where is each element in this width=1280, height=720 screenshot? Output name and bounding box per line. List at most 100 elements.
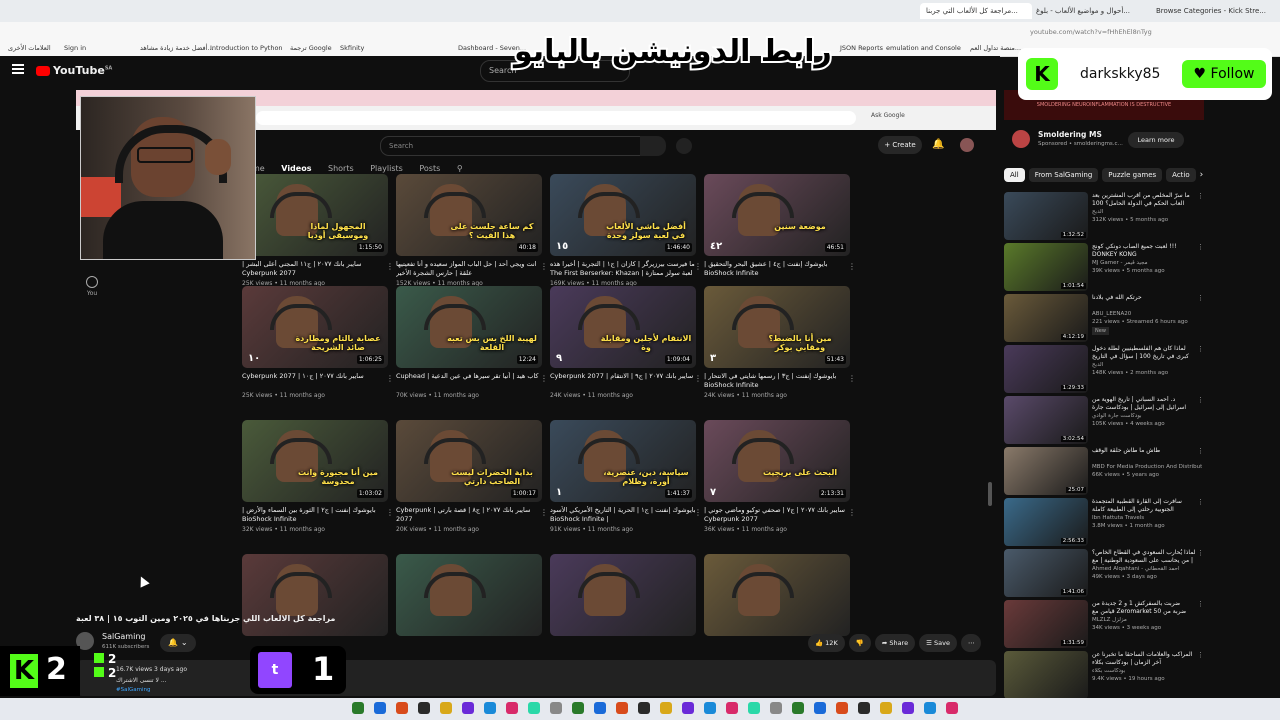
recommended-thumbnail[interactable]: 25:07 [1004, 447, 1088, 495]
search-icon[interactable] [640, 136, 666, 156]
taskbar-app-icon[interactable] [440, 702, 452, 714]
video-card[interactable]: بداية الحضرات ليست الصاحب دارتي 1:00:17 سا… [396, 420, 548, 533]
like-button[interactable]: 👍 12K [808, 634, 845, 652]
recommended-title[interactable]: سافرت إلى القارة القطبية المتجمدة الجنوب… [1092, 498, 1196, 514]
tab-posts[interactable]: Posts [419, 164, 440, 173]
video-thumbnail[interactable]: لهيبة اللخ بس بس تعبه القلعة 12:24 [396, 286, 542, 368]
video-title[interactable]: بايوشوك إنفنت | ج٢ | الثورة بين السماء و… [242, 506, 388, 524]
more-options-icon[interactable]: ⋮ [1197, 651, 1204, 659]
recommended-title[interactable]: ما سرّ المخلص من أقرب المشترين بعد العاب… [1092, 192, 1196, 208]
video-title[interactable]: بايوشوك إنفنت | ج١ | الحرية | التاريخ ال… [550, 506, 696, 524]
video-card[interactable]: مين أنا بالضبط؟ ومقابي بوكر ٣ 51:43 بايوشوك… [704, 286, 856, 399]
recommended-channel[interactable]: Ahmed Alqahtani - أحمد القحطاني [1092, 566, 1202, 572]
recommended-title[interactable]: ضربت بالسفركش 1 و 2 جديدة من قيامن مع Ze… [1092, 600, 1196, 616]
taskbar-app-icon[interactable] [814, 702, 826, 714]
recommended-thumbnail[interactable]: 1:31:59 [1004, 600, 1088, 648]
video-thumbnail[interactable] [704, 554, 850, 636]
video-title[interactable]: سايبر بانك ٢٠٧٧ | ج١١ المجني أعلى البشر … [242, 260, 388, 278]
taskbar-app-icon[interactable] [638, 702, 650, 714]
more-options-icon[interactable]: ⋮ [848, 374, 856, 383]
create-button[interactable]: + Create [878, 136, 922, 154]
taskbar-app-icon[interactable] [726, 702, 738, 714]
video-thumbnail[interactable] [242, 554, 388, 636]
recommended-thumbnail[interactable]: 3:02:54 [1004, 396, 1088, 444]
recommended-video[interactable]: المراكب والعلامات الساحقا ما تخبرنا عن آ… [1004, 651, 1204, 699]
video-card[interactable]: الانتقام لأجلين ومقابلة وة ٩ 1:09:04 سايبر … [550, 286, 702, 399]
video-thumbnail[interactable]: مين أنا مجبورة وانت محدوسة 1:03:02 [242, 420, 388, 502]
taskbar-app-icon[interactable] [836, 702, 848, 714]
tab-playlists[interactable]: Playlists [370, 164, 403, 173]
save-button[interactable]: ☰ Save [919, 634, 957, 652]
bookmark-item[interactable]: Skfinity [340, 44, 364, 52]
chip-puzzle-games[interactable]: Puzzle games [1102, 168, 1163, 182]
recommended-title[interactable]: د. أحمد السباني | تاريخ الهوية من اسرائي… [1092, 396, 1196, 412]
more-options-icon[interactable]: ⋮ [1197, 192, 1204, 200]
bookmark-item[interactable]: Sign in [64, 44, 86, 52]
recommended-video[interactable]: 1:32:52 ما سرّ المخلص من أقرب المشترين بع… [1004, 192, 1204, 240]
recommended-channel[interactable]: بودكاست بكلاء [1092, 668, 1202, 674]
sidebar-item-you[interactable]: You [84, 276, 100, 297]
learn-more-button[interactable]: Learn more [1128, 132, 1184, 148]
recommended-video[interactable]: 1:01:54 لعبت جميع الصاب دونكي كونج !!! DO… [1004, 243, 1204, 291]
taskbar-app-icon[interactable] [770, 702, 782, 714]
recommended-channel[interactable]: بودكاست جارة الوادي [1092, 413, 1202, 419]
video-card[interactable] [704, 554, 850, 636]
more-options-icon[interactable]: ⋮ [1197, 549, 1204, 557]
taskbar-app-icon[interactable] [418, 702, 430, 714]
video-thumbnail[interactable]: سياسة، دين، عنصرية، أورة، وظلام ١ 1:41:37 [550, 420, 696, 502]
recommended-channel[interactable]: الدبح [1092, 209, 1202, 215]
video-card[interactable]: أفضل ماشي الألعاب في لعبة سولز وحدة ١٥ 1:4… [550, 174, 702, 287]
more-options-icon[interactable]: ⋮ [848, 262, 856, 271]
video-title[interactable]: سايبر بانك ٢٠٧٧ | ج١٠ | Cyberpunk 2077 [242, 372, 388, 390]
bookmark-item[interactable]: emulation and Console [886, 44, 961, 52]
bookmark-item[interactable]: Introduction to Python [210, 44, 283, 52]
video-title[interactable]: كاب هيد | أنيا تقر سيرها في عين الدعية |… [396, 372, 542, 390]
subscribed-bell-button[interactable]: 🔔 ⌄ [160, 634, 196, 652]
recommended-thumbnail[interactable]: 1:32:52 [1004, 192, 1088, 240]
video-title[interactable]: سايبر بانك ٢٠٧٧ | ج٨ | قصة بارتي | Cyber… [396, 506, 542, 524]
description-box[interactable]: 16.7K views 3 days ago لا تنسى الاشتراك … [76, 660, 996, 696]
video-card[interactable] [396, 554, 542, 636]
recommended-channel[interactable]: ABU_LEENA20 [1092, 311, 1202, 317]
taskbar-app-icon[interactable] [858, 702, 870, 714]
more-options-icon[interactable]: ⋮ [540, 508, 548, 517]
recommended-title[interactable]: لماذا كان هم الفلسطينيين لطلة دخول كبرى … [1092, 345, 1196, 361]
chip-action[interactable]: Actio [1166, 168, 1196, 182]
video-title[interactable]: انت ويجي أحد | حل الباب المواز سعيده و أ… [396, 260, 542, 278]
recommended-video[interactable]: 2:56:33 سافرت إلى القارة القطبية المتجمدة… [1004, 498, 1204, 546]
taskbar-app-icon[interactable] [594, 702, 606, 714]
more-options-icon[interactable]: ⋮ [694, 508, 702, 517]
channel-name[interactable]: SalGaming [102, 632, 145, 641]
more-options-icon[interactable]: ⋮ [1197, 345, 1204, 353]
recommended-thumbnail[interactable]: 1:29:33 [1004, 345, 1088, 393]
more-options-icon[interactable]: ⋮ [1197, 447, 1204, 455]
recommended-channel[interactable]: Ibn Hattuta Travels [1092, 515, 1202, 521]
taskbar-app-icon[interactable] [660, 702, 672, 714]
bookmark-item[interactable]: أفضل خدمة زيادة مشاهد... [140, 44, 214, 52]
video-card[interactable]: سياسة، دين، عنصرية، أورة، وظلام ١ 1:41:37 ب… [550, 420, 702, 533]
more-options-icon[interactable]: ⋮ [1197, 498, 1204, 506]
recommended-title[interactable]: حرتكم الله في بلادنا [1092, 294, 1196, 310]
taskbar-app-icon[interactable] [704, 702, 716, 714]
video-thumbnail[interactable]: بداية الحضرات ليست الصاحب دارتي 1:00:17 [396, 420, 542, 502]
recommended-video[interactable]: 3:02:54 د. أحمد السباني | تاريخ الهوية من… [1004, 396, 1204, 444]
more-options-icon[interactable]: ⋮ [1197, 294, 1204, 302]
more-options-button[interactable]: ⋯ [960, 634, 982, 652]
taskbar-app-icon[interactable] [682, 702, 694, 714]
recommended-channel[interactable]: MLZLZ مزلزل [1092, 617, 1202, 623]
tab-shorts[interactable]: Shorts [328, 164, 354, 173]
recommended-video[interactable]: 25:07 طاش ما طاش حلقة الوقف MBD For Media … [1004, 447, 1204, 495]
bookmark-item[interactable]: JSON Reports [840, 44, 883, 52]
hashtag-link[interactable]: #SalGaming [116, 687, 151, 693]
kick-follow-button[interactable]: ♥ Follow [1182, 60, 1266, 88]
taskbar-app-icon[interactable] [550, 702, 562, 714]
video-card[interactable]: عصابة بالتام ومطاردة صائد الشريحة ١٠ 1:06:… [242, 286, 394, 399]
taskbar-app-icon[interactable] [528, 702, 540, 714]
avatar[interactable] [960, 138, 974, 152]
recommended-title[interactable]: المراكب والعلامات الساحقا ما تخبرنا عن آ… [1092, 651, 1196, 667]
video-thumbnail[interactable]: أفضل ماشي الألعاب في لعبة سولز وحدة ١٥ 1:4… [550, 174, 696, 256]
taskbar-app-icon[interactable] [352, 702, 364, 714]
scrollbar[interactable] [988, 482, 992, 506]
video-thumbnail[interactable]: موضعة سنين ٤٢ 46:51 [704, 174, 850, 256]
video-card[interactable]: كم ساعة جلست على هذا الفيت ؟ 40:18 انت ويج… [396, 174, 548, 287]
